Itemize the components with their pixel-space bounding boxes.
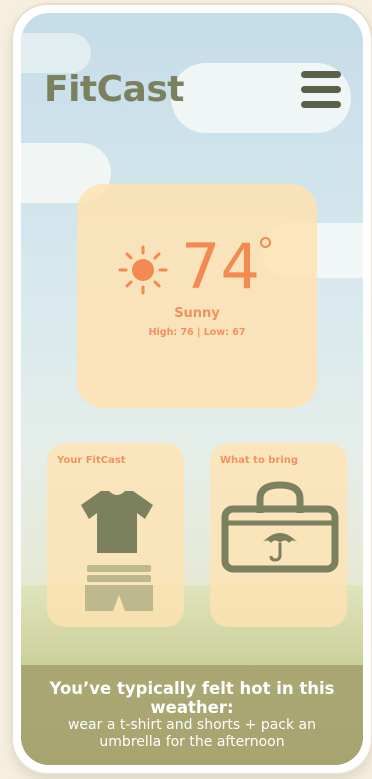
app-logo: FitCast [44,69,185,110]
shorts-icon [85,565,153,611]
what-to-bring-card-title: What to bring [220,455,299,466]
recommendation-banner: You’ve typically felt hot in this weathe… [21,665,363,765]
fitcast-card[interactable]: Your FitCast [47,443,184,627]
weather-condition: Sunny [174,306,220,321]
background-cloud [21,33,91,73]
temperature-value: 74 [181,230,260,303]
sun-icon [118,245,168,295]
t-shirt-icon [81,491,153,553]
high-low-temperature: High: 76 | Low: 67 [148,327,246,338]
phone-frame: FitCast 74 Sunny High: 76 | Low: 67 Your… [13,5,371,773]
umbrella-icon [262,533,298,562]
what-to-bring-card[interactable]: What to bring [210,443,347,627]
degree-symbol [260,237,271,248]
hamburger-menu-icon[interactable] [301,71,341,111]
recommendation-headline: You’ve typically felt hot in this weathe… [49,679,335,717]
recommendation-detail: wear a t-shirt and shorts + pack an umbr… [67,717,317,750]
app-screen: FitCast 74 Sunny High: 76 | Low: 67 Your… [21,13,363,765]
weather-card: 74 Sunny High: 76 | Low: 67 [77,184,317,408]
fitcast-card-title: Your FitCast [57,455,126,466]
